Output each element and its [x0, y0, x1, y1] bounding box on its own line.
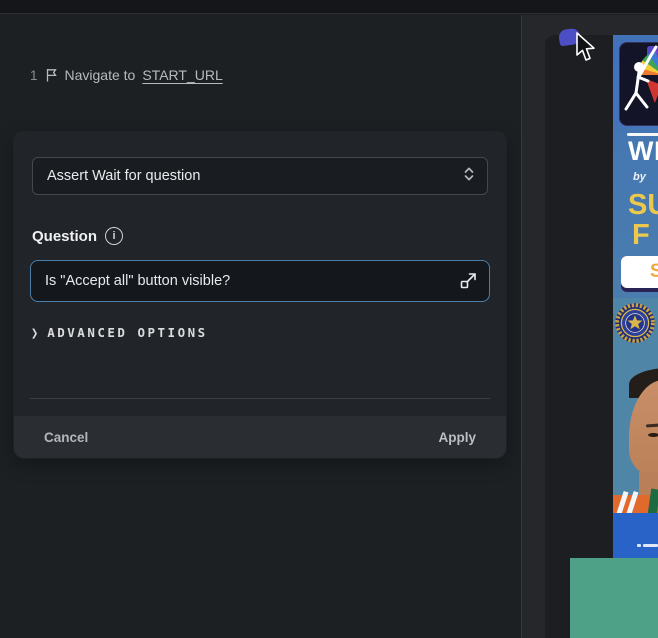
app-root: 1 Navigate to START_URL Assert Wait for …	[0, 0, 658, 638]
bcci-logo	[614, 302, 656, 344]
banner-win-text: WI	[628, 136, 658, 167]
player-eye	[648, 433, 658, 437]
panel-footer: Cancel Apply	[14, 416, 506, 458]
apply-button[interactable]: Apply	[438, 430, 476, 445]
step-number: 1	[30, 68, 38, 83]
jersey-print-mark	[637, 544, 641, 547]
top-bar	[0, 0, 658, 14]
cursor-icon	[573, 31, 597, 63]
question-input[interactable]	[30, 260, 490, 302]
jersey-print-mark	[643, 544, 658, 547]
webpage-preview: WI by SU F S	[613, 35, 658, 558]
batsman-logo	[619, 42, 658, 126]
banner-cta-button[interactable]: S	[621, 256, 658, 288]
start-url-link[interactable]: START_URL	[142, 67, 222, 83]
chevron-updown-icon	[463, 165, 475, 188]
team-banner	[613, 298, 658, 558]
panel-divider	[30, 398, 490, 399]
info-icon[interactable]: i	[105, 227, 123, 245]
promo-text-line1: SU	[628, 189, 658, 222]
jersey-body	[613, 513, 658, 558]
expand-icon[interactable]	[459, 271, 478, 295]
advanced-options-toggle[interactable]: ❯ ADVANCED OPTIONS	[31, 325, 208, 340]
question-input-wrap	[30, 260, 490, 302]
cancel-button[interactable]: Cancel	[44, 430, 88, 445]
player-photo	[613, 368, 658, 558]
teal-block	[570, 558, 658, 638]
action-type-select[interactable]: Assert Wait for question	[32, 157, 488, 195]
action-type-value: Assert Wait for question	[47, 168, 463, 184]
batsman-figure-icon	[620, 43, 658, 126]
screenshot-card[interactable]: WI by SU F S	[545, 35, 658, 638]
step-config-panel: Assert Wait for question Question i ❯ AD…	[14, 132, 506, 458]
promo-banner: WI by SU F S	[613, 35, 658, 298]
flag-icon	[45, 68, 58, 82]
step-row[interactable]: 1 Navigate to START_URL	[30, 65, 223, 85]
question-label-row: Question i	[32, 227, 123, 245]
question-label: Question	[32, 228, 97, 245]
step-editor-pane: 1 Navigate to START_URL Assert Wait for …	[0, 15, 520, 638]
advanced-options-label: ADVANCED OPTIONS	[47, 325, 207, 340]
chevron-right-icon: ❯	[31, 324, 38, 340]
promo-text-line2: F	[632, 219, 650, 252]
banner-by-text: by	[633, 171, 646, 183]
step-label: Navigate to	[65, 67, 136, 83]
